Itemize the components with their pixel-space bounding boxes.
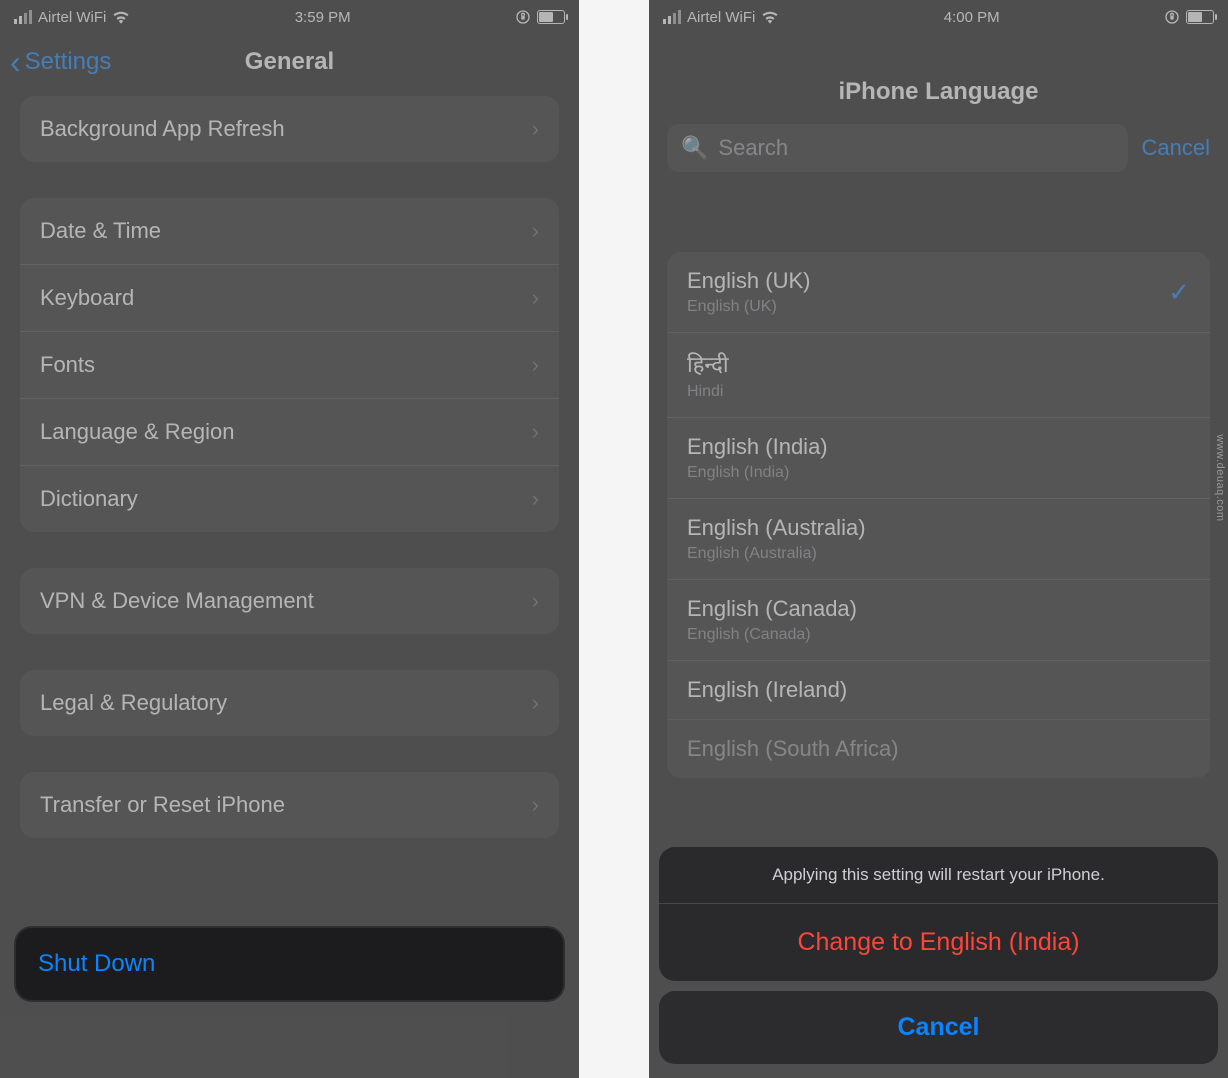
row-label: Background App Refresh xyxy=(40,116,285,142)
row-label: Transfer or Reset iPhone xyxy=(40,792,285,818)
chevron-right-icon: › xyxy=(532,419,539,445)
clock: 4:00 PM xyxy=(944,9,1000,26)
change-language-button[interactable]: Change to English (India) xyxy=(659,904,1218,981)
page-title: iPhone Language xyxy=(838,78,1038,106)
battery-icon xyxy=(537,10,565,24)
chevron-right-icon: › xyxy=(532,486,539,512)
row-label: Fonts xyxy=(40,352,95,378)
row-label: Legal & Regulatory xyxy=(40,690,227,716)
row-keyboard[interactable]: Keyboard › xyxy=(20,264,559,331)
settings-group: Date & Time › Keyboard › Fonts › Language &… xyxy=(20,198,559,532)
back-button[interactable]: ‹ Settings xyxy=(10,46,111,78)
row-label: Dictionary xyxy=(40,486,138,512)
chevron-right-icon: › xyxy=(532,116,539,142)
action-sheet: Applying this setting will restart your … xyxy=(659,847,1218,1064)
row-legal[interactable]: Legal & Regulatory › xyxy=(20,670,559,736)
lang-row[interactable]: English (Ireland) xyxy=(667,660,1210,719)
chevron-left-icon: ‹ xyxy=(10,46,21,78)
lang-sub: Hindi xyxy=(687,383,729,401)
lang-sub: English (Australia) xyxy=(687,545,866,563)
settings-group: Legal & Regulatory › xyxy=(20,670,559,736)
nav-bar: ‹ Settings General xyxy=(0,34,579,90)
settings-group: Transfer or Reset iPhone › xyxy=(20,772,559,838)
row-label: Keyboard xyxy=(40,285,134,311)
watermark: www.deuaq.com xyxy=(1214,434,1226,521)
status-bar: Airtel WiFi 4:00 PM xyxy=(649,0,1228,34)
row-dictionary[interactable]: Dictionary › xyxy=(20,465,559,532)
row-background-app-refresh[interactable]: Background App Refresh › xyxy=(20,96,559,162)
lang-row[interactable]: English (Canada) English (Canada) xyxy=(667,579,1210,660)
settings-group: VPN & Device Management › xyxy=(20,568,559,634)
row-transfer-reset[interactable]: Transfer or Reset iPhone › xyxy=(20,772,559,838)
settings-group: Background App Refresh › xyxy=(20,96,559,162)
chevron-right-icon: › xyxy=(532,285,539,311)
status-bar: Airtel WiFi 3:59 PM xyxy=(0,0,579,34)
lang-native: हिन्दी xyxy=(687,349,729,379)
page-title: General xyxy=(245,48,334,76)
chevron-right-icon: › xyxy=(532,218,539,244)
lang-row[interactable]: English (Australia) English (Australia) xyxy=(667,498,1210,579)
cell-signal-icon xyxy=(663,10,681,24)
checkmark-icon: ✓ xyxy=(1168,277,1190,308)
search-input[interactable]: 🔍 Search xyxy=(667,124,1128,172)
carrier-label: Airtel WiFi xyxy=(38,9,106,26)
row-fonts[interactable]: Fonts › xyxy=(20,331,559,398)
lang-native: English (South Africa) xyxy=(687,736,899,762)
row-label: VPN & Device Management xyxy=(40,588,314,614)
clock: 3:59 PM xyxy=(295,9,351,26)
search-cancel-button[interactable]: Cancel xyxy=(1142,135,1210,161)
chevron-right-icon: › xyxy=(532,588,539,614)
sheet-message: Applying this setting will restart your … xyxy=(659,847,1218,904)
row-vpn[interactable]: VPN & Device Management › xyxy=(20,568,559,634)
row-label: Date & Time xyxy=(40,218,161,244)
back-label: Settings xyxy=(25,48,112,76)
lang-native: English (Canada) xyxy=(687,596,857,622)
cell-signal-icon xyxy=(14,10,32,24)
carrier-label: Airtel WiFi xyxy=(687,9,755,26)
action-sheet-card: Applying this setting will restart your … xyxy=(659,847,1218,981)
chevron-right-icon: › xyxy=(532,690,539,716)
chevron-right-icon: › xyxy=(532,352,539,378)
lang-native: English (UK) xyxy=(687,268,810,294)
lang-row[interactable]: English (UK) English (UK) ✓ xyxy=(667,252,1210,332)
lang-row[interactable]: English (India) English (India) xyxy=(667,417,1210,498)
lang-row[interactable]: हिन्दी Hindi xyxy=(667,332,1210,417)
lang-native: English (India) xyxy=(687,434,828,460)
rotation-lock-icon xyxy=(1164,9,1180,25)
cancel-button[interactable]: Cancel xyxy=(659,991,1218,1064)
row-label: Language & Region xyxy=(40,419,235,445)
lang-native: English (Australia) xyxy=(687,515,866,541)
search-placeholder: Search xyxy=(718,135,788,161)
battery-icon xyxy=(1186,10,1214,24)
rotation-lock-icon xyxy=(515,9,531,25)
chevron-right-icon: › xyxy=(532,792,539,818)
shutdown-label: Shut Down xyxy=(38,950,155,977)
search-row: 🔍 Search Cancel xyxy=(649,114,1228,172)
lang-sub: English (UK) xyxy=(687,298,810,316)
row-language-region[interactable]: Language & Region › xyxy=(20,398,559,465)
search-icon: 🔍 xyxy=(681,135,708,161)
wifi-icon xyxy=(761,10,779,24)
phone-left: Airtel WiFi 3:59 PM ‹ Settings General B… xyxy=(0,0,579,1078)
lang-native: English (Ireland) xyxy=(687,677,847,703)
lang-sub: English (India) xyxy=(687,464,828,482)
lang-row[interactable]: English (South Africa) xyxy=(667,719,1210,778)
lang-sub: English (Canada) xyxy=(687,626,857,644)
language-list: English (UK) English (UK) ✓ हिन्दी Hindi E… xyxy=(667,252,1210,778)
phone-right: Airtel WiFi 4:00 PM iPhone Language 🔍 Se… xyxy=(649,0,1228,1078)
shutdown-button[interactable]: Shut Down xyxy=(16,928,563,1000)
wifi-icon xyxy=(112,10,130,24)
nav-bar: iPhone Language xyxy=(649,34,1228,114)
row-date-time[interactable]: Date & Time › xyxy=(20,198,559,264)
